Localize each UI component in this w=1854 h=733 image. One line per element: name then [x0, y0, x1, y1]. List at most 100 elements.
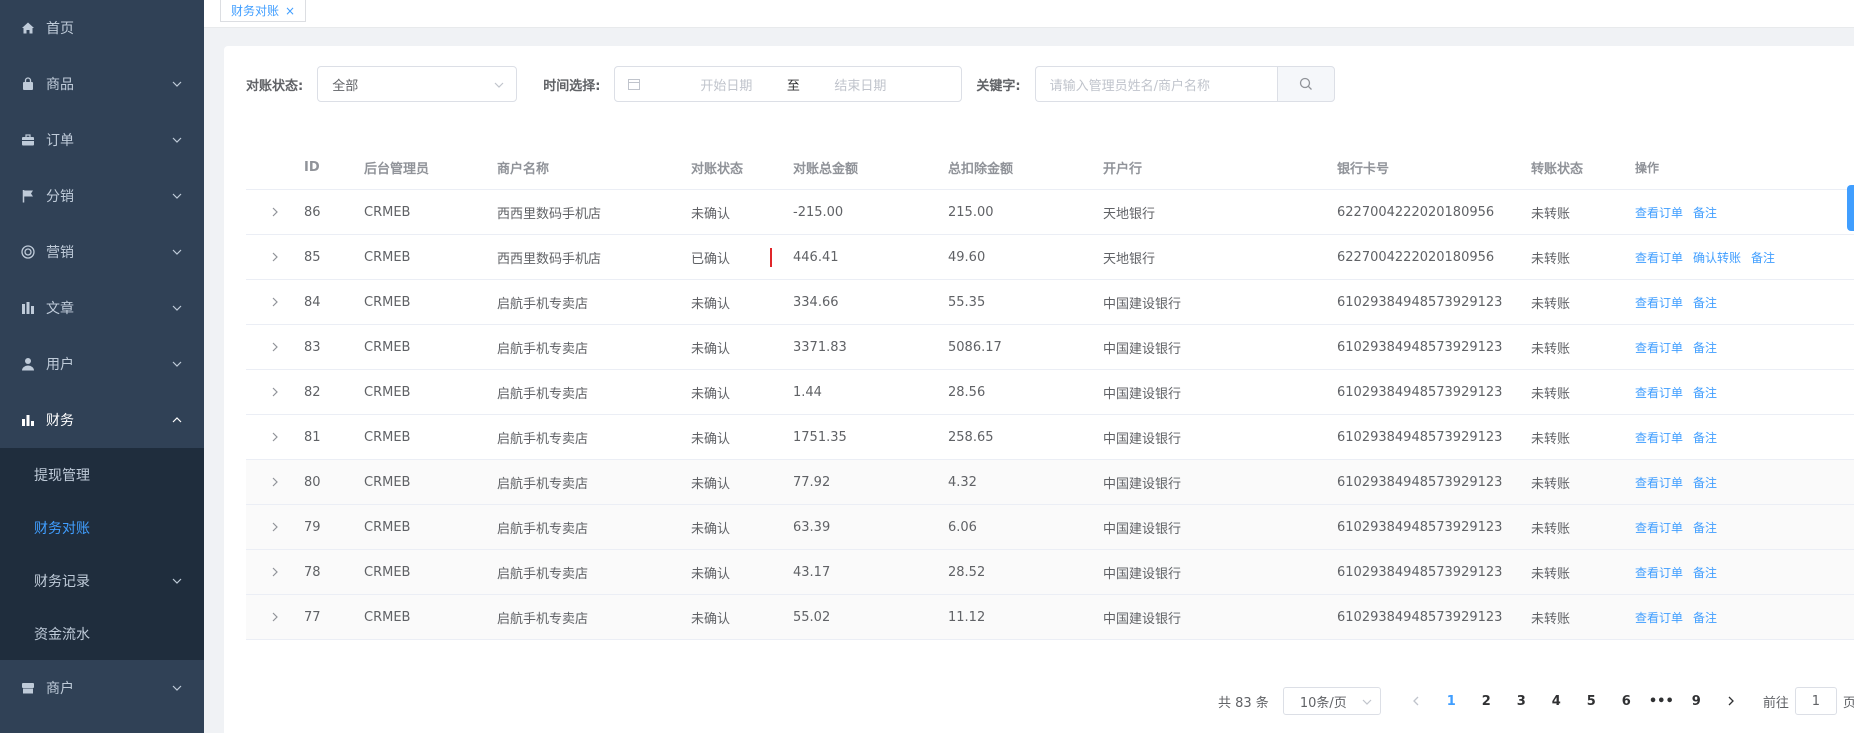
- expand-toggle[interactable]: [246, 207, 304, 217]
- page-button[interactable]: 3: [1504, 687, 1539, 715]
- expand-toggle[interactable]: [246, 297, 304, 307]
- cell-total: 446.41: [793, 250, 948, 265]
- close-icon[interactable]: ×: [285, 4, 295, 18]
- table-row: 80 CRMEB 启航手机专卖店 未确认 77.92 4.32 中国建设银行 61029384…: [246, 460, 1854, 505]
- page-button[interactable]: 2: [1469, 687, 1504, 715]
- page-button[interactable]: 1: [1434, 687, 1469, 715]
- submenu-item-3[interactable]: 资金流水: [0, 607, 204, 660]
- more-pages-button[interactable]: •••: [1644, 687, 1679, 715]
- page-size-value: 10条/页: [1299, 695, 1347, 711]
- status-select[interactable]: 全部: [317, 66, 518, 102]
- prev-page-button[interactable]: [1399, 687, 1434, 715]
- submenu-item-1[interactable]: 财务对账: [0, 501, 204, 554]
- goto-input[interactable]: 1: [1794, 687, 1837, 715]
- op-link[interactable]: 查看订单: [1635, 339, 1683, 356]
- op-link[interactable]: 查看订单: [1635, 564, 1683, 581]
- cell-id-text: 78: [304, 564, 321, 580]
- op-link[interactable]: 查看订单: [1635, 609, 1683, 626]
- sidebar-item-7[interactable]: 财务: [0, 392, 204, 448]
- sidebar-item-0[interactable]: 首页: [0, 0, 204, 56]
- cell-id-text: 84: [304, 294, 321, 310]
- op-link[interactable]: 备注: [1751, 249, 1775, 266]
- sidebar-item-5[interactable]: 文章: [0, 280, 204, 336]
- op-link[interactable]: 备注: [1693, 294, 1717, 311]
- page-button[interactable]: 9: [1679, 687, 1714, 715]
- op-link[interactable]: 查看订单: [1635, 429, 1683, 446]
- chevron-right-icon: [272, 567, 278, 577]
- expand-toggle[interactable]: [246, 612, 304, 622]
- cell-card-text: 61029384948573929123: [1337, 474, 1503, 490]
- expand-toggle[interactable]: [246, 342, 304, 352]
- cell-id: 86: [304, 205, 364, 220]
- page-button[interactable]: 6: [1609, 687, 1644, 715]
- sidebar-item-1[interactable]: 商品: [0, 56, 204, 112]
- expand-toggle[interactable]: [246, 522, 304, 532]
- cell-shop-text: 启航手机专卖店: [497, 521, 589, 537]
- cell-shop: 西西里数码手机店: [497, 203, 691, 222]
- cell-shop: 启航手机专卖店: [497, 293, 691, 312]
- op-link[interactable]: 备注: [1693, 474, 1717, 491]
- search-button[interactable]: [1276, 66, 1335, 102]
- chevron-right-icon: [272, 612, 278, 622]
- cell-deduct: 215.00: [948, 205, 1103, 220]
- page-button[interactable]: 5: [1574, 687, 1609, 715]
- keyword-input[interactable]: 请输入管理员姓名/商户名称: [1034, 66, 1277, 102]
- sidebar: 首页 商品 订单 分销 营销 文章 用户 财务 提现管理 财务对账 财务记录 资金流水 商户: [0, 0, 204, 733]
- expand-toggle[interactable]: [246, 567, 304, 577]
- expand-toggle[interactable]: [246, 252, 304, 262]
- tab-finance-reconciliation[interactable]: 财务对账 ×: [220, 0, 307, 22]
- sidebar-item-4[interactable]: 营销: [0, 224, 204, 280]
- op-link[interactable]: 备注: [1693, 564, 1717, 581]
- op-link[interactable]: 备注: [1693, 429, 1717, 446]
- op-link[interactable]: 查看订单: [1635, 294, 1683, 311]
- submenu-item-2[interactable]: 财务记录: [0, 554, 204, 607]
- op-link[interactable]: 备注: [1693, 204, 1717, 221]
- op-link[interactable]: 查看订单: [1635, 249, 1683, 266]
- op-link[interactable]: 查看订单: [1635, 384, 1683, 401]
- op-link[interactable]: 查看订单: [1635, 204, 1683, 221]
- op-link[interactable]: 备注: [1693, 519, 1717, 536]
- end-date-input[interactable]: 结束日期: [805, 75, 915, 94]
- cell-id: 77: [304, 610, 364, 625]
- op-link[interactable]: 备注: [1693, 609, 1717, 626]
- cell-bank-text: 天地银行: [1103, 206, 1156, 222]
- cell-shop-text: 西西里数码手机店: [497, 251, 602, 267]
- page-size-select[interactable]: 10条/页: [1282, 687, 1381, 715]
- op-link[interactable]: 备注: [1693, 384, 1717, 401]
- expand-toggle[interactable]: [246, 477, 304, 487]
- cell-total-text: -215.00: [793, 204, 844, 220]
- cell-bank-text: 中国建设银行: [1103, 476, 1182, 492]
- submenu-item-0[interactable]: 提现管理: [0, 448, 204, 501]
- cell-status-text: 未确认: [691, 296, 731, 312]
- expand-toggle[interactable]: [246, 387, 304, 397]
- side-handle[interactable]: [1847, 185, 1854, 231]
- cell-card-text: 6227004222020180956: [1337, 204, 1495, 220]
- cell-id-text: 82: [304, 384, 321, 400]
- sidebar-item-2[interactable]: 订单: [0, 112, 204, 168]
- sidebar-item-3[interactable]: 分销: [0, 168, 204, 224]
- cell-status: 未确认: [691, 383, 793, 402]
- op-link[interactable]: 备注: [1693, 339, 1717, 356]
- date-range-picker[interactable]: 开始日期 至 结束日期: [614, 66, 963, 102]
- sidebar-item-6[interactable]: 用户: [0, 336, 204, 392]
- start-date-input[interactable]: 开始日期: [671, 75, 781, 94]
- op-link[interactable]: 查看订单: [1635, 519, 1683, 536]
- page-button[interactable]: 4: [1539, 687, 1574, 715]
- cell-shop: 启航手机专卖店: [497, 563, 691, 582]
- cell-id-text: 81: [304, 429, 321, 445]
- op-link[interactable]: 确认转账: [1693, 249, 1741, 266]
- filter-bar: 对账状态: 全部 时间选择: 开始日期 至 结束日期 关键字: 请输入管理员姓名…: [246, 66, 1335, 102]
- cell-card-text: 6227004222020180956: [1337, 249, 1495, 265]
- next-page-button[interactable]: [1714, 687, 1749, 715]
- expand-toggle[interactable]: [246, 432, 304, 442]
- cell-admin: CRMEB: [364, 475, 497, 490]
- cell-card-text: 61029384948573929123: [1337, 384, 1503, 400]
- sidebar-item-0[interactable]: 商户: [0, 660, 204, 716]
- column-header: 总扣除金额: [948, 162, 1014, 177]
- chevron-down-icon: [172, 361, 182, 367]
- op-link[interactable]: 查看订单: [1635, 474, 1683, 491]
- cell-total: 77.92: [793, 475, 948, 490]
- cell-total: 63.39: [793, 520, 948, 535]
- cell-shop-text: 西西里数码手机店: [497, 206, 602, 222]
- chevron-right-icon: [272, 522, 278, 532]
